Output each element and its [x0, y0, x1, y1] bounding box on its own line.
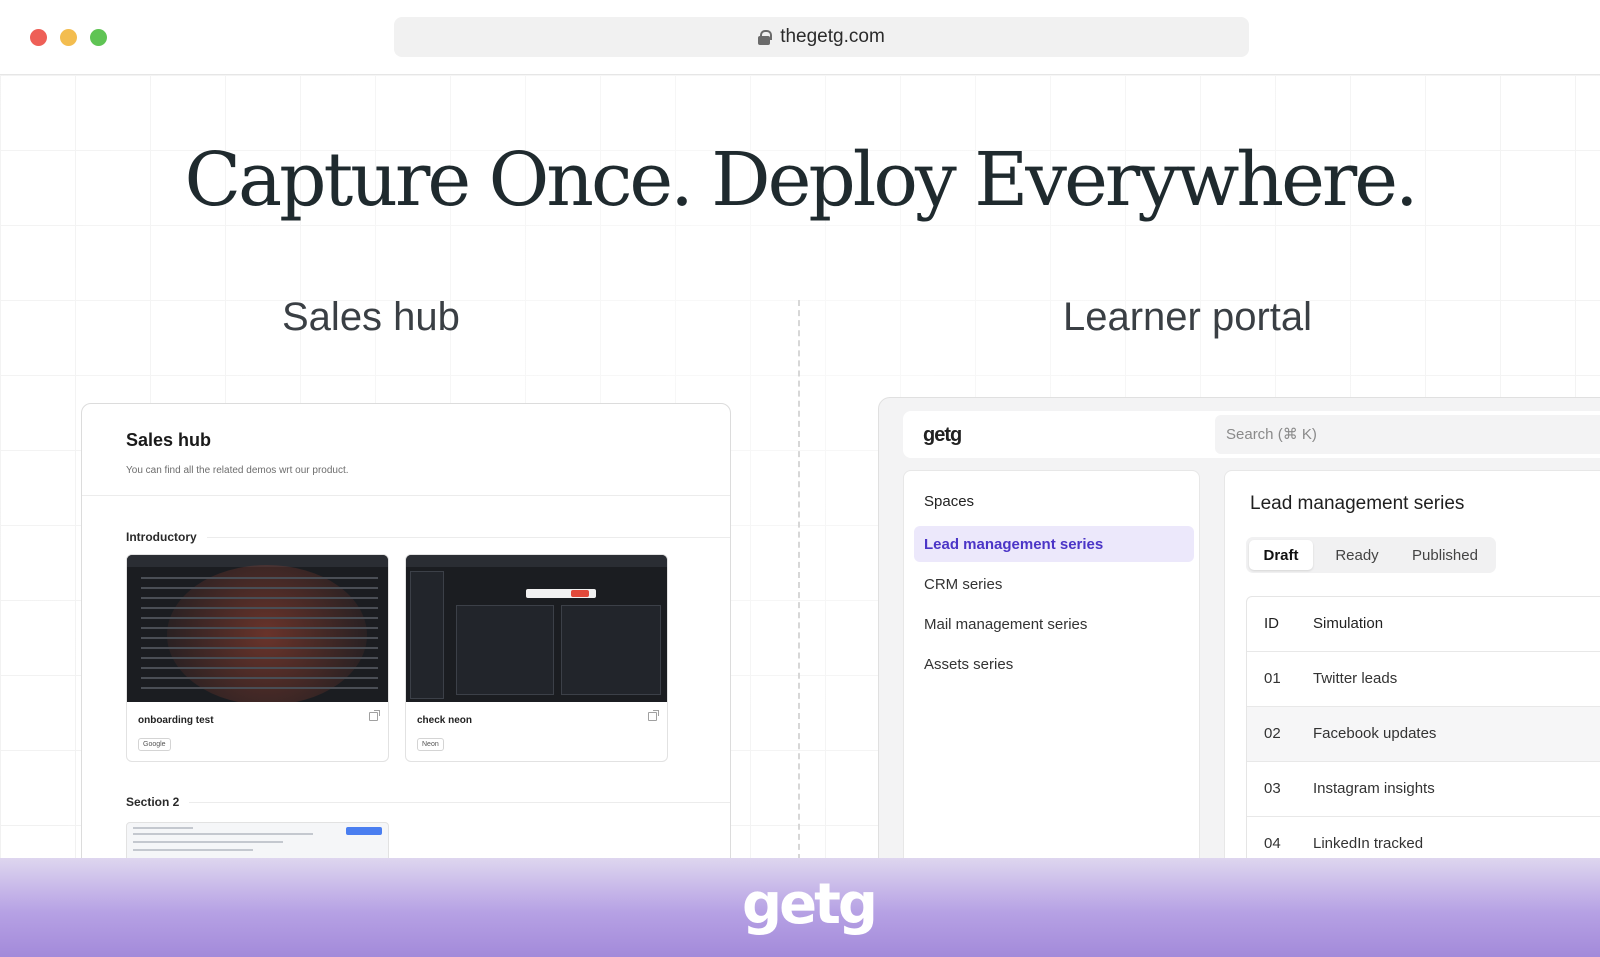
- tab-ready[interactable]: Ready: [1322, 540, 1392, 570]
- getg-footer-logo: getg: [742, 872, 878, 937]
- section-heading-introductory: Introductory: [126, 530, 730, 544]
- spaces-panel: Spaces Lead management series CRM series…: [903, 470, 1200, 858]
- maximize-window-button[interactable]: [90, 29, 107, 46]
- row-id: 02: [1264, 725, 1281, 742]
- table-row[interactable]: 01 Twitter leads: [1247, 652, 1600, 707]
- space-item-lead-management[interactable]: Lead management series: [914, 526, 1194, 562]
- series-title: Lead management series: [1250, 493, 1465, 514]
- external-link-icon[interactable]: [648, 710, 659, 721]
- simulation-table: ID Simulation 01 Twitter leads 02 Facebo…: [1246, 596, 1600, 858]
- demo-name: check neon: [417, 715, 473, 726]
- column-header-id: ID: [1264, 615, 1279, 632]
- close-window-button[interactable]: [30, 29, 47, 46]
- row-id: 01: [1264, 670, 1281, 687]
- minimize-window-button[interactable]: [60, 29, 77, 46]
- browser-chrome: thegetg.com: [0, 0, 1600, 75]
- lock-icon: [758, 29, 773, 45]
- demo-card-onboarding-test[interactable]: onboarding test Google: [126, 554, 389, 762]
- row-simulation: Twitter leads: [1313, 670, 1398, 687]
- tab-draft[interactable]: Draft: [1249, 540, 1313, 570]
- portal-top-bar: getg Search (⌘ K): [903, 411, 1600, 458]
- hero-headline: Capture Once. Deploy Everywhere.: [184, 137, 1418, 223]
- space-item-mail-management[interactable]: Mail management series: [914, 606, 1194, 642]
- tab-published[interactable]: Published: [1398, 540, 1492, 570]
- space-item-assets[interactable]: Assets series: [914, 646, 1194, 682]
- demo-thumbnail[interactable]: [126, 822, 389, 858]
- row-simulation: Facebook updates: [1313, 725, 1437, 742]
- sales-hub-subtitle: You can find all the related demos wrt o…: [126, 465, 349, 476]
- learner-portal-window: getg Search (⌘ K) Spaces Lead management…: [878, 397, 1600, 858]
- row-id: 04: [1264, 835, 1281, 852]
- url-text: thegetg.com: [780, 26, 885, 47]
- getg-logo[interactable]: getg: [923, 424, 962, 447]
- demo-card-check-neon[interactable]: check neon Neon: [405, 554, 668, 762]
- external-link-icon[interactable]: [369, 710, 380, 721]
- sales-hub-label: Sales hub: [282, 295, 460, 339]
- table-row[interactable]: 02 Facebook updates: [1247, 707, 1600, 762]
- column-divider: [798, 300, 800, 858]
- demo-thumbnail: [127, 555, 388, 702]
- demo-tag: Google: [138, 738, 171, 751]
- demo-name: onboarding test: [138, 715, 214, 726]
- row-simulation: LinkedIn tracked: [1313, 835, 1424, 852]
- series-panel: Lead management series Draft Ready Publi…: [1224, 470, 1600, 858]
- space-item-crm[interactable]: CRM series: [914, 566, 1194, 602]
- demo-thumbnail: [406, 555, 667, 702]
- demo-tag: Neon: [417, 738, 444, 751]
- table-header-row: ID Simulation: [1247, 597, 1600, 652]
- column-header-simulation: Simulation: [1313, 615, 1384, 632]
- spaces-heading: Spaces: [924, 493, 975, 510]
- sales-hub-title: Sales hub: [126, 430, 212, 450]
- address-bar[interactable]: thegetg.com: [394, 17, 1249, 57]
- status-tabs: Draft Ready Published: [1246, 537, 1496, 573]
- learner-portal-label: Learner portal: [1063, 295, 1313, 339]
- sales-hub-card: Sales hub You can find all the related d…: [81, 403, 731, 858]
- table-row[interactable]: 04 LinkedIn tracked: [1247, 817, 1600, 858]
- section-heading-section-2: Section 2: [126, 795, 730, 809]
- search-input[interactable]: Search (⌘ K): [1215, 415, 1600, 454]
- brand-footer: getg: [0, 858, 1600, 957]
- row-id: 03: [1264, 780, 1281, 797]
- row-simulation: Instagram insights: [1313, 780, 1435, 797]
- table-row[interactable]: 03 Instagram insights: [1247, 762, 1600, 817]
- sales-hub-header: Sales hub You can find all the related d…: [82, 404, 730, 496]
- hero-stage: Capture Once. Deploy Everywhere. Sales h…: [0, 75, 1600, 858]
